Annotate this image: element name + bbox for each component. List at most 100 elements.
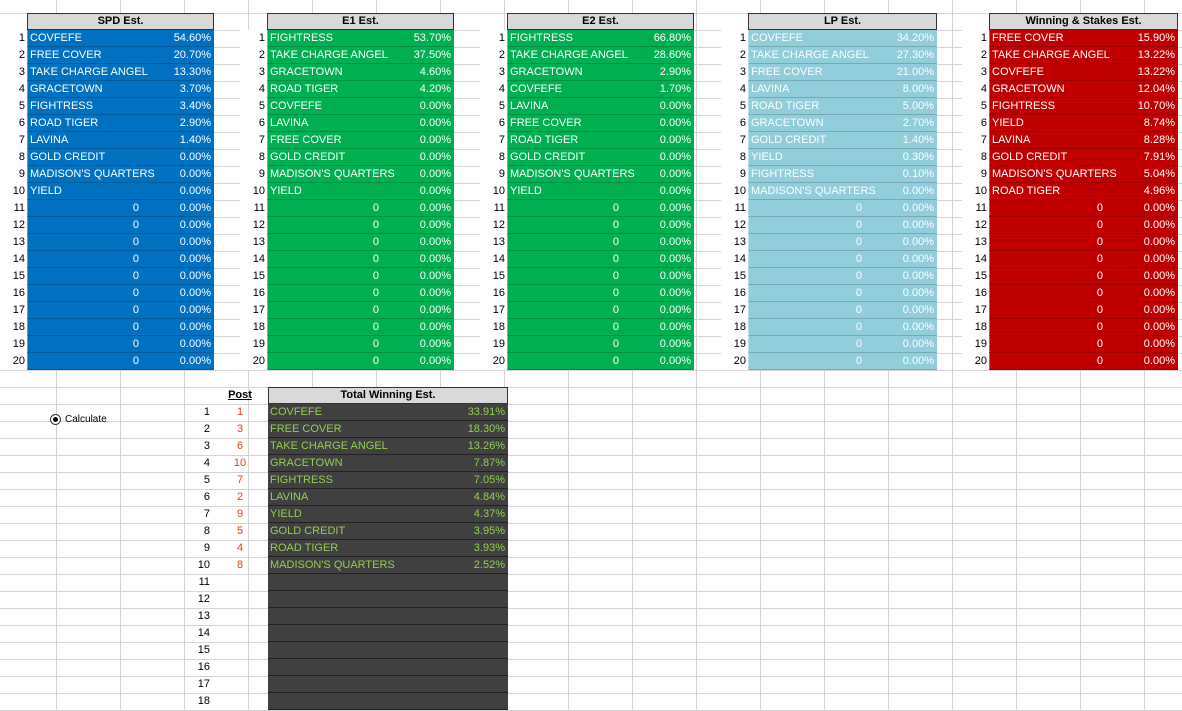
- row-cell[interactable]: 0 0.00%: [267, 285, 454, 302]
- row-cell[interactable]: FIGHTRESS 53.70%: [267, 30, 454, 47]
- row-cell[interactable]: YIELD 8.74%: [989, 115, 1178, 132]
- total-cell[interactable]: MADISON'S QUARTERS 2.52%: [268, 557, 508, 574]
- row-cell[interactable]: FREE COVER 0.00%: [507, 115, 694, 132]
- row-cell[interactable]: FIGHTRESS 10.70%: [989, 98, 1178, 115]
- row-cell[interactable]: GOLD CREDIT 0.00%: [267, 149, 454, 166]
- total-cell[interactable]: [268, 693, 508, 710]
- row-cell[interactable]: MADISON'S QUARTERS 0.00%: [267, 166, 454, 183]
- total-cell[interactable]: YIELD 4.37%: [268, 506, 508, 523]
- row-cell[interactable]: 0 0.00%: [267, 336, 454, 353]
- row-cell[interactable]: 0 0.00%: [748, 353, 937, 370]
- row-cell[interactable]: 0 0.00%: [748, 319, 937, 336]
- row-cell[interactable]: FREE COVER 0.00%: [267, 132, 454, 149]
- row-cell[interactable]: 0 0.00%: [267, 251, 454, 268]
- row-cell[interactable]: 0 0.00%: [267, 200, 454, 217]
- row-cell[interactable]: 0 0.00%: [748, 251, 937, 268]
- total-cell[interactable]: TAKE CHARGE ANGEL 13.26%: [268, 438, 508, 455]
- total-cell[interactable]: ROAD TIGER 3.93%: [268, 540, 508, 557]
- row-cell[interactable]: 0 0.00%: [989, 234, 1178, 251]
- total-cell[interactable]: [268, 676, 508, 693]
- row-cell[interactable]: 0 0.00%: [507, 319, 694, 336]
- row-cell[interactable]: GRACETOWN 2.90%: [507, 64, 694, 81]
- row-cell[interactable]: TAKE CHARGE ANGEL 37.50%: [267, 47, 454, 64]
- row-cell[interactable]: FIGHTRESS 3.40%: [27, 98, 214, 115]
- total-cell[interactable]: [268, 659, 508, 676]
- total-cell[interactable]: GRACETOWN 7.87%: [268, 455, 508, 472]
- row-cell[interactable]: FREE COVER 15.90%: [989, 30, 1178, 47]
- total-cell[interactable]: LAVINA 4.84%: [268, 489, 508, 506]
- row-cell[interactable]: 0 0.00%: [748, 234, 937, 251]
- row-cell[interactable]: 0 0.00%: [748, 268, 937, 285]
- row-cell[interactable]: YIELD 0.00%: [27, 183, 214, 200]
- row-cell[interactable]: 0 0.00%: [27, 268, 214, 285]
- row-cell[interactable]: TAKE CHARGE ANGEL 27.30%: [748, 47, 937, 64]
- row-cell[interactable]: ROAD TIGER 5.00%: [748, 98, 937, 115]
- total-cell[interactable]: [268, 625, 508, 642]
- row-cell[interactable]: 0 0.00%: [27, 353, 214, 370]
- total-cell[interactable]: [268, 642, 508, 659]
- row-cell[interactable]: COVFEFE 34.20%: [748, 30, 937, 47]
- row-cell[interactable]: MADISON'S QUARTERS 0.00%: [507, 166, 694, 183]
- total-cell[interactable]: FREE COVER 18.30%: [268, 421, 508, 438]
- row-cell[interactable]: LAVINA 1.40%: [27, 132, 214, 149]
- row-cell[interactable]: 0 0.00%: [507, 302, 694, 319]
- row-cell[interactable]: COVFEFE 1.70%: [507, 81, 694, 98]
- row-cell[interactable]: 0 0.00%: [748, 302, 937, 319]
- row-cell[interactable]: 0 0.00%: [267, 268, 454, 285]
- calculate-radio[interactable]: Calculate: [50, 414, 107, 425]
- row-cell[interactable]: 0 0.00%: [989, 319, 1178, 336]
- row-cell[interactable]: 0 0.00%: [507, 200, 694, 217]
- row-cell[interactable]: 0 0.00%: [27, 200, 214, 217]
- row-cell[interactable]: 0 0.00%: [27, 234, 214, 251]
- row-cell[interactable]: GOLD CREDIT 0.00%: [507, 149, 694, 166]
- row-cell[interactable]: GOLD CREDIT 0.00%: [27, 149, 214, 166]
- row-cell[interactable]: 0 0.00%: [989, 336, 1178, 353]
- row-cell[interactable]: 0 0.00%: [748, 285, 937, 302]
- row-cell[interactable]: 0 0.00%: [27, 302, 214, 319]
- row-cell[interactable]: 0 0.00%: [507, 336, 694, 353]
- row-cell[interactable]: 0 0.00%: [267, 217, 454, 234]
- row-cell[interactable]: 0 0.00%: [989, 353, 1178, 370]
- row-cell[interactable]: COVFEFE 0.00%: [267, 98, 454, 115]
- row-cell[interactable]: FREE COVER 21.00%: [748, 64, 937, 81]
- row-cell[interactable]: LAVINA 8.00%: [748, 81, 937, 98]
- row-cell[interactable]: MADISON'S QUARTERS 0.00%: [27, 166, 214, 183]
- row-cell[interactable]: ROAD TIGER 2.90%: [27, 115, 214, 132]
- row-cell[interactable]: 0 0.00%: [989, 200, 1178, 217]
- row-cell[interactable]: YIELD 0.00%: [507, 183, 694, 200]
- row-cell[interactable]: 0 0.00%: [748, 200, 937, 217]
- row-cell[interactable]: 0 0.00%: [989, 268, 1178, 285]
- row-cell[interactable]: FREE COVER 20.70%: [27, 47, 214, 64]
- row-cell[interactable]: ROAD TIGER 4.20%: [267, 81, 454, 98]
- row-cell[interactable]: 0 0.00%: [989, 217, 1178, 234]
- total-cell[interactable]: [268, 608, 508, 625]
- row-cell[interactable]: 0 0.00%: [507, 251, 694, 268]
- row-cell[interactable]: ROAD TIGER 4.96%: [989, 183, 1178, 200]
- row-cell[interactable]: 0 0.00%: [507, 217, 694, 234]
- row-cell[interactable]: COVFEFE 13.22%: [989, 64, 1178, 81]
- row-cell[interactable]: 0 0.00%: [748, 217, 937, 234]
- row-cell[interactable]: FIGHTRESS 0.10%: [748, 166, 937, 183]
- row-cell[interactable]: 0 0.00%: [267, 234, 454, 251]
- row-cell[interactable]: COVFEFE 54.60%: [27, 30, 214, 47]
- row-cell[interactable]: 0 0.00%: [507, 285, 694, 302]
- row-cell[interactable]: GOLD CREDIT 7.91%: [989, 149, 1178, 166]
- row-cell[interactable]: 0 0.00%: [507, 234, 694, 251]
- row-cell[interactable]: GRACETOWN 12.04%: [989, 81, 1178, 98]
- row-cell[interactable]: GRACETOWN 4.60%: [267, 64, 454, 81]
- row-cell[interactable]: TAKE CHARGE ANGEL 13.30%: [27, 64, 214, 81]
- row-cell[interactable]: LAVINA 0.00%: [507, 98, 694, 115]
- total-cell[interactable]: GOLD CREDIT 3.95%: [268, 523, 508, 540]
- total-cell[interactable]: FIGHTRESS 7.05%: [268, 472, 508, 489]
- total-cell[interactable]: COVFEFE 33.91%: [268, 404, 508, 421]
- row-cell[interactable]: 0 0.00%: [267, 353, 454, 370]
- row-cell[interactable]: 0 0.00%: [748, 336, 937, 353]
- row-cell[interactable]: YIELD 0.30%: [748, 149, 937, 166]
- row-cell[interactable]: 0 0.00%: [27, 319, 214, 336]
- row-cell[interactable]: 0 0.00%: [27, 285, 214, 302]
- row-cell[interactable]: 0 0.00%: [989, 302, 1178, 319]
- row-cell[interactable]: FIGHTRESS 66.80%: [507, 30, 694, 47]
- row-cell[interactable]: LAVINA 8.28%: [989, 132, 1178, 149]
- row-cell[interactable]: LAVINA 0.00%: [267, 115, 454, 132]
- row-cell[interactable]: YIELD 0.00%: [267, 183, 454, 200]
